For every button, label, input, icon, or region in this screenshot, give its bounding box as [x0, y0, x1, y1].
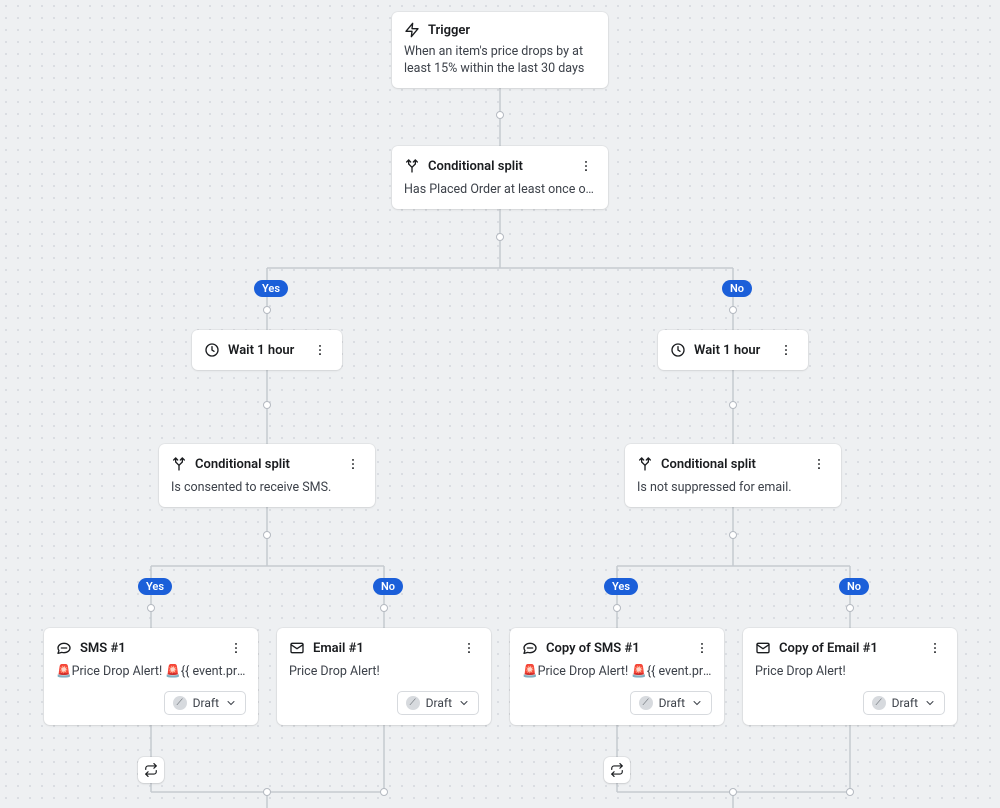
more-menu-button[interactable] [809, 454, 829, 474]
node-title: Copy of SMS #1 [546, 641, 684, 656]
node-title: Conditional split [195, 457, 335, 472]
node-body: Price Drop Alert! [755, 664, 945, 681]
more-menu-button[interactable] [925, 638, 945, 658]
badge-yes: Yes [138, 578, 172, 595]
more-menu-button[interactable] [226, 638, 246, 658]
label: Yes [612, 580, 630, 593]
draft-status-icon: ⟋ [406, 696, 420, 710]
sms-icon [56, 640, 72, 656]
more-menu-button[interactable] [310, 340, 330, 360]
node-body: 🚨Price Drop Alert! 🚨{{ event.product_n… [522, 664, 712, 681]
clock-icon [204, 342, 220, 358]
badge-no: No [722, 280, 752, 297]
more-menu-button[interactable] [459, 638, 479, 658]
label: Yes [262, 282, 280, 295]
node-action-sms[interactable]: Copy of SMS #1 🚨Price Drop Alert! 🚨{{ ev… [510, 628, 724, 725]
repeat-icon [138, 757, 164, 783]
node-title: Trigger [428, 23, 596, 38]
status-dropdown[interactable]: ⟋ Draft [630, 691, 712, 715]
email-icon [755, 640, 771, 656]
more-menu-button[interactable] [776, 340, 796, 360]
more-menu-button[interactable] [576, 156, 596, 176]
chevron-down-icon [458, 697, 470, 709]
status-label: Draft [426, 696, 452, 710]
node-conditional-split[interactable]: Conditional split Has Placed Order at le… [392, 146, 608, 209]
status-dropdown[interactable]: ⟋ Draft [397, 691, 479, 715]
node-wait[interactable]: Wait 1 hour [658, 330, 808, 370]
badge-yes: Yes [254, 280, 288, 297]
node-body: Is consented to receive SMS. [171, 480, 363, 497]
label: No [847, 580, 861, 593]
node-body: Has Placed Order at least once over all … [404, 182, 596, 199]
repeat-icon [604, 757, 630, 783]
node-conditional-split[interactable]: Conditional split Is consented to receiv… [159, 444, 375, 507]
more-menu-button[interactable] [692, 638, 712, 658]
node-trigger[interactable]: Trigger When an item's price drops by at… [392, 12, 608, 88]
node-title: Wait 1 hour [228, 343, 302, 358]
node-title: Copy of Email #1 [779, 641, 917, 656]
node-body: 🚨Price Drop Alert! 🚨{{ event.product_n… [56, 664, 246, 681]
status-dropdown[interactable]: ⟋ Draft [863, 691, 945, 715]
node-title: Conditional split [661, 457, 801, 472]
more-menu-button[interactable] [343, 454, 363, 474]
draft-status-icon: ⟋ [872, 696, 886, 710]
chevron-down-icon [225, 697, 237, 709]
chevron-down-icon [924, 697, 936, 709]
node-title: Wait 1 hour [694, 343, 768, 358]
status-label: Draft [659, 696, 685, 710]
label: No [730, 282, 744, 295]
node-action-sms[interactable]: SMS #1 🚨Price Drop Alert! 🚨{{ event.prod… [44, 628, 258, 725]
badge-no: No [839, 578, 869, 595]
draft-status-icon: ⟋ [173, 696, 187, 710]
email-icon [289, 640, 305, 656]
clock-icon [670, 342, 686, 358]
sms-icon [522, 640, 538, 656]
split-icon [171, 456, 187, 472]
label: No [381, 580, 395, 593]
badge-yes: Yes [604, 578, 638, 595]
node-body: When an item's price drops by at least 1… [404, 44, 596, 78]
node-wait[interactable]: Wait 1 hour [192, 330, 342, 370]
node-conditional-split[interactable]: Conditional split Is not suppressed for … [625, 444, 841, 507]
split-icon [637, 456, 653, 472]
status-label: Draft [892, 696, 918, 710]
badge-no: No [373, 578, 403, 595]
label: Yes [146, 580, 164, 593]
chevron-down-icon [691, 697, 703, 709]
node-body: Is not suppressed for email. [637, 480, 829, 497]
node-action-email[interactable]: Email #1 Price Drop Alert! ⟋ Draft [277, 628, 491, 725]
node-body: Price Drop Alert! [289, 664, 479, 681]
status-label: Draft [193, 696, 219, 710]
node-action-email[interactable]: Copy of Email #1 Price Drop Alert! ⟋ Dra… [743, 628, 957, 725]
node-title: SMS #1 [80, 641, 218, 656]
status-dropdown[interactable]: ⟋ Draft [164, 691, 246, 715]
bolt-icon [404, 22, 420, 38]
draft-status-icon: ⟋ [639, 696, 653, 710]
split-icon [404, 158, 420, 174]
node-title: Conditional split [428, 159, 568, 174]
node-title: Email #1 [313, 641, 451, 656]
